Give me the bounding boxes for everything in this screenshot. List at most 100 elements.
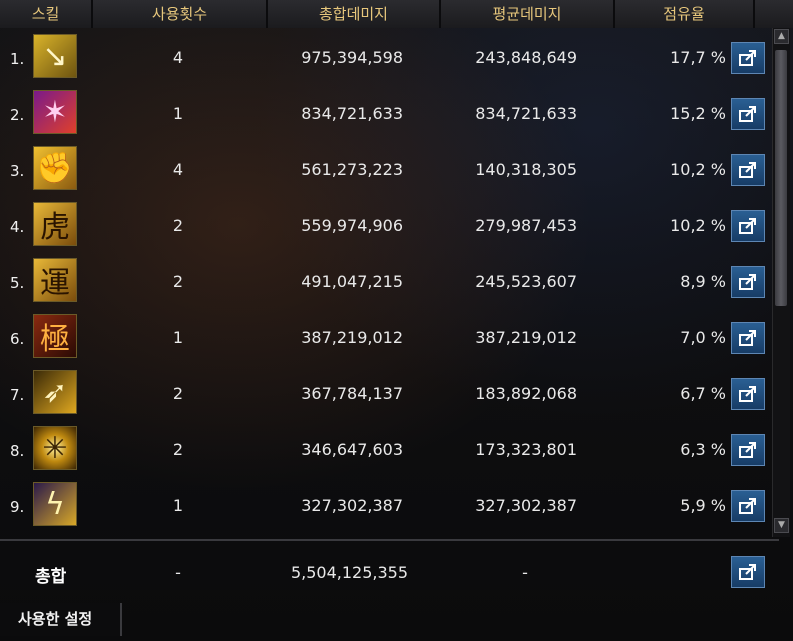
share-arrow-icon bbox=[739, 50, 756, 66]
golden-fist-icon: ✊ bbox=[33, 146, 77, 190]
row-uses: 4 bbox=[172, 160, 184, 179]
row-share: 5,9 % bbox=[680, 496, 726, 515]
row-uses: 2 bbox=[172, 384, 184, 403]
row-total-damage: 327,302,387 bbox=[301, 496, 403, 515]
table-row: 9. ϟ 1 327,302,387 327,302,387 5,9 % bbox=[0, 476, 770, 532]
extreme-hanja-icon: 極 bbox=[33, 314, 77, 358]
row-average-damage: 173,323,801 bbox=[475, 440, 577, 459]
share-arrow-icon bbox=[739, 162, 756, 178]
row-share: 15,2 % bbox=[670, 104, 726, 123]
scrollbar-thumb[interactable] bbox=[775, 50, 787, 306]
share-button[interactable] bbox=[731, 154, 765, 186]
row-average-damage: 243,848,649 bbox=[475, 48, 577, 67]
row-total-damage: 387,219,012 bbox=[301, 328, 403, 347]
table-row: 8. ✳ 2 346,647,603 173,323,801 6,3 % bbox=[0, 420, 770, 476]
table-row: 7. ➶ 2 367,784,137 183,892,068 6,7 % bbox=[0, 364, 770, 420]
row-total-damage: 367,784,137 bbox=[301, 384, 403, 403]
row-total-damage: 834,721,633 bbox=[301, 104, 403, 123]
row-uses: 1 bbox=[172, 104, 184, 123]
lightning-bolt-icon: ϟ bbox=[33, 482, 77, 526]
row-average-damage: 245,523,607 bbox=[475, 272, 577, 291]
row-rank: 4. bbox=[10, 218, 25, 236]
row-rank: 9. bbox=[10, 498, 25, 516]
row-share: 6,3 % bbox=[680, 440, 726, 459]
share-arrow-icon bbox=[739, 498, 756, 514]
share-arrow-icon bbox=[739, 218, 756, 234]
summary-total-damage: 5,504,125,355 bbox=[290, 563, 408, 582]
table-row: 3. ✊ 4 561,273,223 140,318,305 10,2 % bbox=[0, 140, 770, 196]
row-rank: 7. bbox=[10, 386, 25, 404]
burst-strike-icon: ✳ bbox=[33, 426, 77, 470]
row-total-damage: 975,394,598 bbox=[301, 48, 403, 67]
table-header: 스킬 사용횟수 총합데미지 평균데미지 점유율 bbox=[0, 0, 793, 28]
summary-label: 총합 bbox=[35, 567, 67, 587]
fortune-hanja-icon: 運 bbox=[33, 258, 77, 302]
row-rank: 2. bbox=[10, 106, 25, 124]
share-arrow-icon bbox=[739, 442, 756, 458]
golden-kick-icon: ➶ bbox=[33, 370, 77, 414]
row-average-damage: 279,987,453 bbox=[475, 216, 577, 235]
row-uses: 2 bbox=[172, 440, 184, 459]
summary-divider bbox=[0, 539, 779, 541]
header-uses: 사용횟수 bbox=[93, 0, 268, 28]
row-rank: 5. bbox=[10, 274, 25, 292]
row-uses: 2 bbox=[172, 216, 184, 235]
header-average-damage: 평균데미지 bbox=[441, 0, 615, 28]
row-total-damage: 561,273,223 bbox=[301, 160, 403, 179]
row-average-damage: 387,219,012 bbox=[475, 328, 577, 347]
row-share: 7,0 % bbox=[680, 328, 726, 347]
used-settings-tab[interactable]: 사용한 설정 bbox=[0, 603, 122, 636]
header-total-damage: 총합데미지 bbox=[268, 0, 441, 28]
row-average-damage: 834,721,633 bbox=[475, 104, 577, 123]
share-arrow-icon bbox=[739, 564, 756, 580]
share-button[interactable] bbox=[731, 322, 765, 354]
share-button[interactable] bbox=[731, 266, 765, 298]
share-button[interactable] bbox=[731, 42, 765, 74]
table-row: 4. 虎 2 559,974,906 279,987,453 10,2 % bbox=[0, 196, 770, 252]
scroll-up-icon[interactable]: ▲ bbox=[774, 29, 789, 44]
row-uses: 4 bbox=[172, 48, 184, 67]
share-button[interactable] bbox=[731, 490, 765, 522]
table-row: 1. ↘ 4 975,394,598 243,848,649 17,7 % bbox=[0, 28, 770, 84]
table-row: 6. 極 1 387,219,012 387,219,012 7,0 % bbox=[0, 308, 770, 364]
share-arrow-icon bbox=[739, 386, 756, 402]
row-rank: 6. bbox=[10, 330, 25, 348]
row-uses: 1 bbox=[172, 328, 184, 347]
summary-uses: - bbox=[175, 563, 181, 582]
header-skill: 스킬 bbox=[0, 0, 93, 28]
scrollbar[interactable]: ▲ ▼ bbox=[772, 28, 790, 537]
share-button[interactable] bbox=[731, 378, 765, 410]
tiger-hanja-icon: 虎 bbox=[33, 202, 77, 246]
share-arrow-icon bbox=[739, 106, 756, 122]
share-arrow-icon bbox=[739, 274, 756, 290]
row-rank: 1. bbox=[10, 50, 25, 68]
share-arrow-icon bbox=[739, 330, 756, 346]
summary-share-button[interactable] bbox=[731, 556, 765, 588]
row-total-damage: 491,047,215 bbox=[301, 272, 403, 291]
row-uses: 2 bbox=[172, 272, 184, 291]
scroll-down-icon[interactable]: ▼ bbox=[774, 518, 789, 533]
table-row: 5. 運 2 491,047,215 245,523,607 8,9 % bbox=[0, 252, 770, 308]
row-share: 10,2 % bbox=[670, 160, 726, 179]
skill-list: 1. ↘ 4 975,394,598 243,848,649 17,7 % 2.… bbox=[0, 28, 770, 537]
share-button[interactable] bbox=[731, 98, 765, 130]
row-rank: 3. bbox=[10, 162, 25, 180]
row-uses: 1 bbox=[172, 496, 184, 515]
share-button[interactable] bbox=[731, 210, 765, 242]
summary-average-damage: - bbox=[522, 563, 528, 582]
row-share: 10,2 % bbox=[670, 216, 726, 235]
row-total-damage: 346,647,603 bbox=[301, 440, 403, 459]
share-button[interactable] bbox=[731, 434, 765, 466]
row-total-damage: 559,974,906 bbox=[301, 216, 403, 235]
row-rank: 8. bbox=[10, 442, 25, 460]
row-share: 6,7 % bbox=[680, 384, 726, 403]
lightning-slash-icon: ↘ bbox=[33, 34, 77, 78]
row-share: 8,9 % bbox=[680, 272, 726, 291]
header-share: 점유율 bbox=[615, 0, 755, 28]
header-spacer bbox=[755, 0, 793, 28]
row-average-damage: 183,892,068 bbox=[475, 384, 577, 403]
row-share: 17,7 % bbox=[670, 48, 726, 67]
purple-claw-icon: ✶ bbox=[33, 90, 77, 134]
row-average-damage: 327,302,387 bbox=[475, 496, 577, 515]
table-row: 2. ✶ 1 834,721,633 834,721,633 15,2 % bbox=[0, 84, 770, 140]
